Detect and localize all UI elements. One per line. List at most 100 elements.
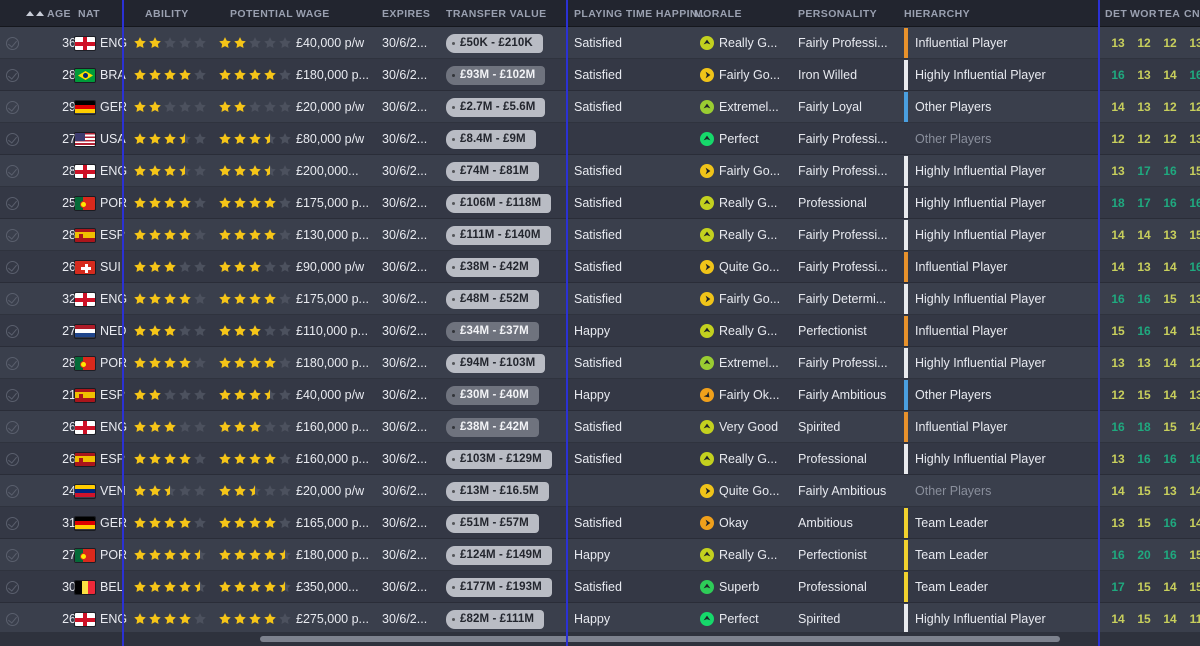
column-header-morale[interactable]: MORALE — [694, 0, 742, 27]
table-row[interactable]: 28 ENG £200,000...30/6/2...£74M - £81MSa… — [0, 155, 1200, 187]
row-select-icon[interactable] — [6, 507, 19, 539]
cell-transfer-value[interactable]: £124M - £149M — [446, 539, 552, 571]
column-header-cnt[interactable]: CNT — [1184, 0, 1200, 27]
morale-label: Really G... — [719, 324, 777, 338]
hierarchy-label: Influential Player — [915, 420, 1007, 434]
table-row[interactable]: 28 BRA£180,000 p...30/6/2...£93M - £102M… — [0, 59, 1200, 91]
row-select-icon[interactable] — [6, 91, 19, 123]
row-select-icon[interactable] — [6, 539, 19, 571]
cell-transfer-value[interactable]: £38M - £42M — [446, 411, 539, 443]
table-row[interactable]: 30 BEL £350,000...30/6/2...£177M - £193M… — [0, 571, 1200, 603]
cell-transfer-value[interactable]: £48M - £52M — [446, 283, 539, 315]
cell-transfer-value[interactable]: £93M - £102M — [446, 59, 545, 91]
cell-wage: £20,000 p/w — [296, 91, 382, 123]
row-select-icon[interactable] — [6, 379, 19, 411]
cell-transfer-value[interactable]: £30M - £40M — [446, 379, 539, 411]
cell-transfer-value[interactable]: £38M - £42M — [446, 251, 539, 283]
table-row[interactable]: 25 POR£175,000 p...30/6/2...£106M - £118… — [0, 187, 1200, 219]
cell-hierarchy: Highly Influential Player — [904, 283, 1094, 315]
table-row[interactable]: 26 ESP£160,000 p...30/6/2...£103M - £129… — [0, 443, 1200, 475]
table-row[interactable]: 29 GER£20,000 p/w30/6/2...£2.7M - £5.6MS… — [0, 91, 1200, 123]
column-header-age[interactable]: AGE — [26, 0, 71, 27]
table-row[interactable]: 26 ENG£275,000 p...30/6/2...£82M - £111M… — [0, 603, 1200, 635]
table-row[interactable]: 32 ENG£175,000 p...30/6/2...£48M - £52MS… — [0, 283, 1200, 315]
row-select-icon[interactable] — [6, 155, 19, 187]
column-header-wage[interactable]: WAGE — [296, 0, 330, 27]
cell-transfer-value[interactable]: £106M - £118M — [446, 187, 551, 219]
star-4 — [178, 612, 192, 626]
nationality-flag-icon — [74, 539, 96, 571]
column-header-personality[interactable]: PERSONALITY — [798, 0, 877, 27]
star-4 — [263, 580, 277, 594]
sort-ascending-icon[interactable] — [26, 11, 44, 16]
column-header-nat[interactable]: NAT — [78, 0, 100, 27]
row-select-icon[interactable] — [6, 123, 19, 155]
table-row[interactable]: 26 SUI£90,000 p/w30/6/2...£38M - £42MSat… — [0, 251, 1200, 283]
column-header-playing_time[interactable]: PLAYING TIME HAPPIN... — [574, 0, 708, 27]
table-row[interactable]: 26 ENG£160,000 p...30/6/2...£38M - £42MS… — [0, 411, 1200, 443]
row-select-icon[interactable] — [6, 315, 19, 347]
hierarchy-label: Team Leader — [915, 516, 988, 530]
table-row[interactable]: 27 POR £180,000 p...30/6/2...£124M - £14… — [0, 539, 1200, 571]
cell-wage: £180,000 p... — [296, 59, 382, 91]
row-select-icon[interactable] — [6, 251, 19, 283]
cell-transfer-value[interactable]: £51M - £57M — [446, 507, 539, 539]
cell-transfer-value[interactable]: £13M - £16.5M — [446, 475, 549, 507]
horizontal-scrollbar-thumb[interactable] — [260, 636, 1060, 642]
cell-morale: Very Good — [700, 411, 796, 443]
table-row[interactable]: 24 VEN £20,000 p/w30/6/2...£13M - £16.5M… — [0, 475, 1200, 507]
morale-icon — [700, 356, 714, 370]
row-select-icon[interactable] — [6, 283, 19, 315]
column-header-tea[interactable]: TEA — [1158, 0, 1180, 27]
horizontal-scrollbar[interactable] — [0, 632, 1200, 646]
table-row[interactable]: 28 ESP£130,000 p...30/6/2...£111M - £140… — [0, 219, 1200, 251]
cell-ability-stars — [133, 59, 207, 91]
table-row[interactable]: 21 ESP £40,000 p/w30/6/2...£30M - £40MHa… — [0, 379, 1200, 411]
row-select-icon[interactable] — [6, 571, 19, 603]
star-2 — [233, 420, 247, 434]
row-select-icon[interactable] — [6, 603, 19, 635]
cell-ability-stars — [133, 251, 207, 283]
row-select-icon[interactable] — [6, 187, 19, 219]
table-row[interactable]: 27 USA £80,000 p/w30/6/2...£8.4M - £9M P… — [0, 123, 1200, 155]
column-header-hierarchy[interactable]: HIERARCHY — [904, 0, 970, 27]
cell-transfer-value[interactable]: £74M - £81M — [446, 155, 539, 187]
cell-transfer-value[interactable]: £2.7M - £5.6M — [446, 91, 545, 123]
cell-transfer-value[interactable]: £8.4M - £9M — [446, 123, 536, 155]
cell-transfer-value[interactable]: £94M - £103M — [446, 347, 545, 379]
cell-transfer-value[interactable]: £103M - £129M — [446, 443, 552, 475]
cell-ability-stars — [133, 347, 207, 379]
star-1 — [218, 420, 232, 434]
cell-transfer-value[interactable]: £50K - £210K — [446, 27, 543, 59]
cell-transfer-value[interactable]: £34M - £37M — [446, 315, 539, 347]
row-select-icon[interactable] — [6, 347, 19, 379]
cell-age: 25 — [52, 187, 76, 219]
row-select-icon[interactable] — [6, 411, 19, 443]
row-select-icon[interactable] — [6, 219, 19, 251]
star-1 — [133, 196, 147, 210]
table-row[interactable]: 27 NED£110,000 p...30/6/2...£34M - £37MH… — [0, 315, 1200, 347]
column-header-expires[interactable]: EXPIRES — [382, 0, 430, 27]
column-header-potential[interactable]: POTENTIAL — [230, 0, 293, 27]
cell-transfer-value[interactable]: £111M - £140M — [446, 219, 551, 251]
table-row[interactable]: 31 GER£165,000 p...30/6/2...£51M - £57MS… — [0, 507, 1200, 539]
table-row[interactable]: 36 ENG£40,000 p/w30/6/2...£50K - £210KSa… — [0, 27, 1200, 59]
column-header-label: DET — [1105, 8, 1127, 20]
cell-transfer-value[interactable]: £177M - £193M — [446, 571, 552, 603]
column-header-ability[interactable]: ABILITY — [145, 0, 189, 27]
cell-transfer-value[interactable]: £82M - £111M — [446, 603, 544, 635]
star-4 — [263, 292, 277, 306]
column-header-wor[interactable]: WOR — [1130, 0, 1157, 27]
row-select-icon[interactable] — [6, 27, 19, 59]
table-row[interactable]: 28 POR£180,000 p...30/6/2...£94M - £103M… — [0, 347, 1200, 379]
row-select-icon[interactable] — [6, 475, 19, 507]
cell-potential-stars — [218, 539, 292, 571]
star-2 — [148, 420, 162, 434]
star-2 — [233, 580, 247, 594]
column-header-det[interactable]: DET — [1105, 0, 1127, 27]
cell-attribute-tea: 16 — [1157, 507, 1183, 539]
row-select-icon[interactable] — [6, 59, 19, 91]
row-select-icon[interactable] — [6, 443, 19, 475]
column-header-transfer_value[interactable]: TRANSFER VALUE — [446, 0, 547, 27]
cell-playing-time-happiness: Satisfied — [574, 347, 694, 379]
